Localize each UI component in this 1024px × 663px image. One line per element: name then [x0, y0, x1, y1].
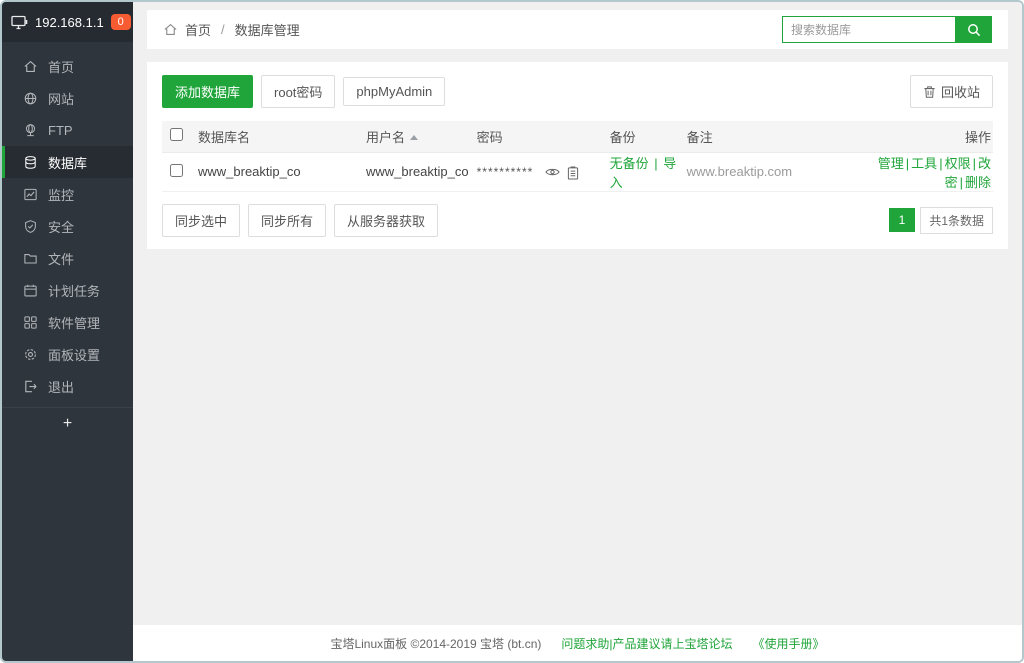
sidebar-item-label: 数据库 [48, 153, 87, 172]
sidebar-item-label: 网站 [48, 89, 74, 108]
home-icon [22, 59, 38, 74]
sidebar-item-security[interactable]: 安全 [2, 210, 133, 242]
sidebar-item-ftp[interactable]: FTP [2, 114, 133, 146]
backup-cell: 无备份 | 导入 [606, 152, 683, 191]
ftp-globe-icon [22, 123, 38, 138]
forum-link[interactable]: 问题求助|产品建议请上宝塔论坛 [561, 635, 732, 652]
sidebar-item-home[interactable]: 首页 [2, 50, 133, 82]
home-breadcrumb-icon [163, 22, 178, 37]
copy-password-icon[interactable] [567, 166, 579, 180]
show-password-eye-icon[interactable] [545, 166, 560, 180]
sidebar-item-label: 退出 [48, 377, 74, 396]
sidebar-item-monitor[interactable]: 监控 [2, 178, 133, 210]
trash-icon [923, 85, 936, 99]
breadcrumb: 首页 / 数据库管理 [163, 20, 300, 39]
server-ip: 192.168.1.1 [35, 15, 104, 30]
breadcrumb-bar: 首页 / 数据库管理 [147, 10, 1008, 49]
pagination: 1 共1条数据 [889, 207, 993, 234]
calendar-icon [22, 283, 38, 298]
sidebar-item-label: 软件管理 [48, 313, 100, 332]
sidebar-item-label: 计划任务 [48, 281, 100, 300]
database-icon [22, 155, 38, 170]
sidebar-item-label: 监控 [48, 185, 74, 204]
main-area: 首页 / 数据库管理 添加数据库 root密码 phpMyAdmin [133, 2, 1022, 661]
search-group [782, 16, 992, 43]
message-count-badge[interactable]: 0 [111, 14, 131, 30]
logout-icon [22, 379, 38, 394]
sidebar: 192.168.1.1 0 首页 网站 FTP [2, 2, 133, 661]
sidebar-item-website[interactable]: 网站 [2, 82, 133, 114]
sidebar-item-files[interactable]: 文件 [2, 242, 133, 274]
sidebar-item-label: 安全 [48, 217, 74, 236]
gear-icon [22, 347, 38, 362]
search-input[interactable] [782, 16, 955, 43]
sidebar-item-label: FTP [48, 123, 73, 138]
sidebar-header: 192.168.1.1 0 [2, 2, 133, 42]
password-mask: ********** [477, 165, 534, 179]
header-note: 备注 [683, 121, 873, 152]
copyright-text: 宝塔Linux面板 ©2014-2019 宝塔 (bt.cn) [330, 635, 541, 652]
toolbar: 添加数据库 root密码 phpMyAdmin 回收站 [162, 75, 993, 108]
select-all-checkbox[interactable] [170, 128, 183, 141]
search-button[interactable] [955, 16, 992, 43]
header-password: 密码 [473, 121, 606, 152]
table-header-row: 数据库名 用户名 密码 备份 备注 操作 [162, 121, 993, 152]
sidebar-add-module-button[interactable]: + [2, 407, 133, 439]
note-cell[interactable]: www.breaktip.com [683, 152, 873, 191]
header-actions: 操作 [873, 121, 993, 152]
shield-check-icon [22, 219, 38, 234]
page-number[interactable]: 1 [889, 208, 916, 232]
grid-icon [22, 315, 38, 330]
sidebar-item-database[interactable]: 数据库 [2, 146, 133, 178]
breadcrumb-current: 数据库管理 [235, 20, 300, 39]
get-from-server-button[interactable]: 从服务器获取 [334, 204, 438, 237]
backup-status-link[interactable]: 无备份 [610, 156, 649, 171]
sidebar-item-cron[interactable]: 计划任务 [2, 274, 133, 306]
permissions-link[interactable]: 权限 [945, 156, 971, 171]
tools-link[interactable]: 工具 [911, 156, 937, 171]
sidebar-item-label: 首页 [48, 57, 74, 76]
sort-asc-icon [410, 135, 418, 140]
breadcrumb-home-link[interactable]: 首页 [185, 20, 211, 39]
total-count: 共1条数据 [920, 207, 993, 234]
db-user-cell: www_breaktip_co [362, 152, 473, 191]
db-name-cell: www_breaktip_co [194, 152, 362, 191]
manage-link[interactable]: 管理 [878, 156, 904, 171]
recycle-bin-button[interactable]: 回收站 [910, 75, 993, 108]
add-database-button[interactable]: 添加数据库 [162, 75, 253, 108]
header-db-name: 数据库名 [194, 121, 362, 152]
folder-icon [22, 251, 38, 266]
footer: 宝塔Linux面板 ©2014-2019 宝塔 (bt.cn) 问题求助|产品建… [133, 625, 1022, 661]
root-password-button[interactable]: root密码 [261, 75, 335, 108]
globe-icon [22, 91, 38, 106]
header-username[interactable]: 用户名 [362, 121, 473, 152]
row-actions: 管理|工具|权限|改密|删除 [873, 152, 993, 191]
sidebar-menu: 首页 网站 FTP 数据库 [2, 42, 133, 439]
app-window: 192.168.1.1 0 首页 网站 FTP [0, 0, 1024, 663]
manual-link[interactable]: 《使用手册》 [753, 635, 825, 652]
sidebar-item-label: 文件 [48, 249, 74, 268]
sidebar-item-software[interactable]: 软件管理 [2, 306, 133, 338]
sync-all-button[interactable]: 同步所有 [248, 204, 326, 237]
phpmyadmin-button[interactable]: phpMyAdmin [343, 77, 445, 106]
row-checkbox[interactable] [170, 164, 183, 177]
database-panel: 添加数据库 root密码 phpMyAdmin 回收站 数据库名 用户名 [147, 62, 1008, 249]
monitor-display-icon [11, 15, 28, 30]
delete-link[interactable]: 删除 [965, 175, 991, 190]
search-icon [966, 22, 982, 38]
database-table: 数据库名 用户名 密码 备份 备注 操作 www_breaktip_co www… [162, 121, 993, 192]
sync-selected-button[interactable]: 同步选中 [162, 204, 240, 237]
db-password-cell: ********** [473, 152, 606, 191]
table-row: www_breaktip_co www_breaktip_co ********… [162, 152, 993, 191]
monitor-chart-icon [22, 187, 38, 202]
sidebar-item-label: 面板设置 [48, 345, 100, 364]
sidebar-item-settings[interactable]: 面板设置 [2, 338, 133, 370]
breadcrumb-separator: / [221, 22, 225, 37]
sidebar-item-logout[interactable]: 退出 [2, 370, 133, 402]
header-backup: 备份 [606, 121, 683, 152]
table-footer-bar: 同步选中 同步所有 从服务器获取 1 共1条数据 [162, 204, 993, 237]
